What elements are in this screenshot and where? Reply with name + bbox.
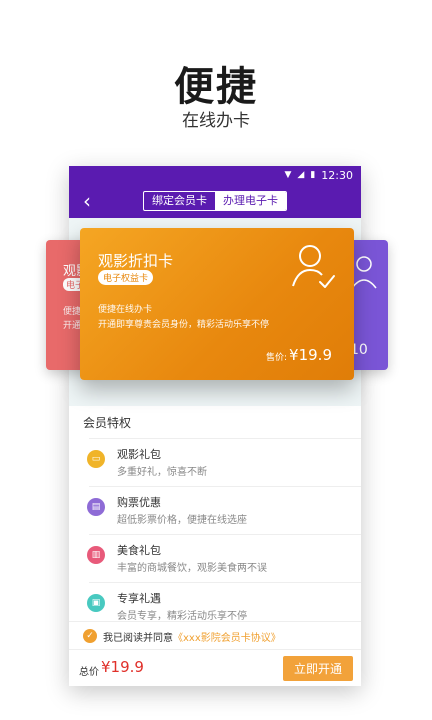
- benefit-title: 观影礼包: [117, 448, 161, 461]
- divider: [89, 438, 361, 439]
- benefit-desc: 多重好礼，惊喜不断: [117, 467, 207, 478]
- tab-bind-card[interactable]: 绑定会员卡: [144, 192, 215, 210]
- agreement-label: 我已阅读并同意: [103, 633, 173, 644]
- benefits-section: 会员特权 ▭ 观影礼包 多重好礼，惊喜不断 ▤ 购票优惠 超低影票价格，便捷在线…: [69, 406, 361, 622]
- benefit-title: 专享礼遇: [117, 592, 161, 605]
- benefit-item[interactable]: ▤ 购票优惠 超低影票价格，便捷在线选座: [69, 486, 361, 534]
- card-main-title: 观影折扣卡: [98, 252, 174, 270]
- total-label: 总价: [79, 667, 99, 678]
- benefit-desc: 丰富的商城餐饮，观影美食两不误: [117, 563, 267, 574]
- card-main-line1: 便捷在线办卡: [98, 305, 153, 315]
- checkbox-checked-icon[interactable]: ✓: [83, 629, 97, 643]
- back-icon[interactable]: ‹: [83, 190, 103, 212]
- gift-icon: ▣: [87, 594, 105, 612]
- promo-headline: 便捷: [174, 64, 258, 110]
- card-main[interactable]: 观影折扣卡 电子权益卡 便捷在线办卡 开通即享尊贵会员身份，精彩活动乐享不停 售…: [80, 228, 354, 380]
- bottom-bar: 总价 ¥19.9 立即开通: [69, 649, 361, 686]
- submit-button[interactable]: 立即开通: [283, 656, 353, 681]
- promo-subheadline: 在线办卡: [182, 111, 250, 131]
- signal-icon: ◢: [297, 170, 305, 180]
- agreement-link[interactable]: 《xxx影院会员卡协议》: [173, 633, 281, 644]
- benefits-header: 会员特权: [83, 416, 132, 430]
- ticket-icon: ▭: [87, 450, 105, 468]
- benefit-title: 购票优惠: [117, 496, 161, 509]
- user-check-icon: [292, 245, 335, 288]
- benefit-item[interactable]: ▭ 观影礼包 多重好礼，惊喜不断: [69, 438, 361, 486]
- card-main-line2: 开通即享尊贵会员身份，精彩活动乐享不停: [98, 320, 270, 330]
- total-value: ¥19.9: [101, 658, 144, 676]
- divider: [89, 534, 361, 535]
- benefit-desc: 超低影票价格，便捷在线选座: [117, 515, 247, 526]
- price-value: ¥19.9: [289, 346, 332, 364]
- benefit-desc: 会员专享，精彩活动乐享不停: [117, 611, 247, 622]
- price-label: 售价:: [266, 353, 288, 363]
- app-bar: ‹ 绑定会员卡 办理电子卡: [69, 184, 361, 218]
- status-bar: ▼ ◢ ▮ 12:30: [69, 166, 361, 184]
- card-left-line2: 开通: [63, 321, 82, 331]
- card-main-tag: 电子权益卡: [98, 270, 154, 285]
- agreement-row: ✓ 我已阅读并同意《xxx影院会员卡协议》: [69, 621, 361, 649]
- card-main-price: 售价: ¥19.9: [266, 346, 332, 364]
- card-left-line1: 便捷: [63, 307, 82, 317]
- user-check-icon: [351, 256, 377, 289]
- benefit-title: 美食礼包: [117, 544, 161, 557]
- status-time: 12:30: [321, 168, 353, 182]
- card-tabs: 绑定会员卡 办理电子卡: [143, 191, 287, 211]
- food-icon: ▥: [87, 546, 105, 564]
- agreement-text: 我已阅读并同意《xxx影院会员卡协议》: [103, 629, 281, 644]
- benefit-item[interactable]: ▥ 美食礼包 丰富的商城餐饮，观影美食两不误: [69, 534, 361, 582]
- tab-apply-card[interactable]: 办理电子卡: [215, 192, 286, 210]
- coupon-icon: ▤: [87, 498, 105, 516]
- divider: [89, 582, 361, 583]
- battery-icon: ▮: [310, 170, 316, 180]
- divider: [89, 486, 361, 487]
- wifi-icon: ▼: [284, 170, 292, 180]
